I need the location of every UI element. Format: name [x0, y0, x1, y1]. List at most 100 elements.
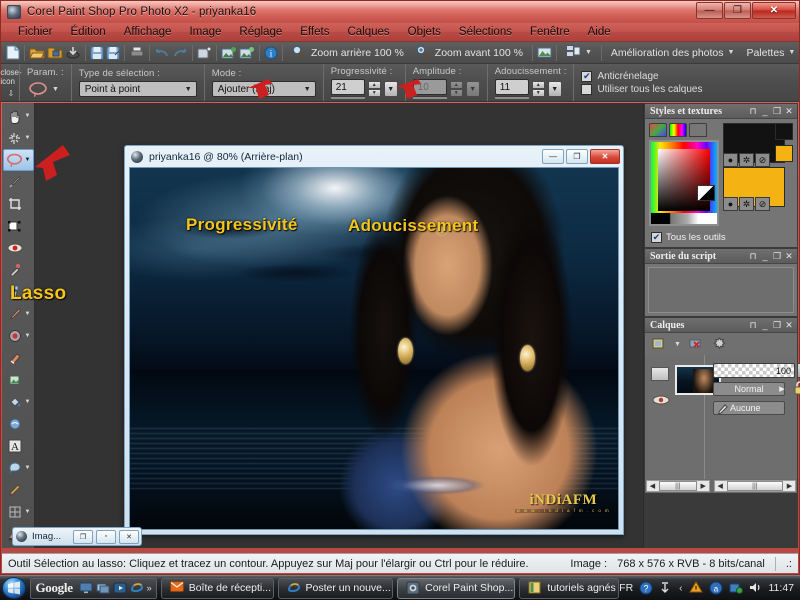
layers-palette-header[interactable]: Calques ⊓ _ ❐ ✕ [645, 318, 797, 333]
dodge-burn-tool[interactable]: ▼ [3, 325, 34, 347]
background-mini-swatch[interactable] [775, 145, 793, 162]
text-tool[interactable]: A [3, 435, 34, 457]
document-window[interactable]: priyanka16 @ 80% (Arrière-plan) — ❐ ✕ iN… [124, 145, 624, 535]
feather-input[interactable]: 21 [330, 79, 365, 95]
menu-edition[interactable]: Édition [62, 25, 115, 40]
scroll-left-icon[interactable]: ◀ [647, 482, 658, 490]
maximize-button[interactable]: ❐ [724, 2, 751, 19]
menu-calques[interactable]: Calques [338, 25, 398, 40]
chevron-down-icon[interactable]: ▼ [25, 289, 31, 295]
picture-tube-tool[interactable] [3, 369, 34, 391]
quick-fix-icon[interactable] [537, 43, 552, 63]
scroll-thumb[interactable]: ||| [726, 481, 783, 491]
menu-affichage[interactable]: Affichage [115, 25, 181, 40]
print-icon[interactable] [129, 43, 145, 63]
gradient-mode-icon[interactable]: ✲ [739, 153, 754, 167]
import-image-icon[interactable] [221, 43, 237, 63]
close-icon[interactable]: ✕ [783, 106, 795, 117]
chevron-down-icon[interactable]: ▼ [25, 135, 31, 141]
minimized-document-window[interactable]: Imag... ❐ ▫ ✕ [12, 527, 142, 546]
chevron-down-icon[interactable]: ▼ [25, 399, 31, 405]
pin-icon[interactable]: ⇩ [8, 89, 15, 98]
warning-icon[interactable] [688, 581, 703, 595]
security-icon[interactable] [729, 581, 743, 595]
pin-icon[interactable]: ⊓ [747, 106, 759, 117]
minimize-icon[interactable]: _ [759, 106, 771, 116]
scroll-right-icon[interactable]: ▶ [698, 482, 709, 490]
save-icon[interactable] [90, 43, 104, 63]
options-bar-grip[interactable]: close-icon ⇩ [0, 64, 21, 101]
zoom-in-button[interactable]: Zoom avant 100 % [410, 45, 529, 61]
menu-reglage[interactable]: Réglage [230, 25, 291, 40]
download-icon[interactable] [65, 43, 81, 63]
materials-palette-header[interactable]: Styles et textures ⊓ _ ❐ ✕ [645, 104, 797, 119]
network-icon[interactable]: a [709, 581, 723, 595]
script-output-text[interactable] [648, 267, 794, 313]
frame-tab[interactable] [649, 123, 667, 137]
layers-list[interactable]: 100 Normal ▶ Aucune [645, 355, 800, 479]
feather-slider[interactable] [330, 96, 365, 99]
menu-aide[interactable]: Aide [579, 25, 620, 40]
all-tools-checkbox[interactable]: ✔ [651, 232, 662, 243]
lasso-preset-icon[interactable] [27, 80, 49, 98]
menu-fichier[interactable]: Fichier [9, 25, 62, 40]
taskbar-item-mail[interactable]: Boîte de récepti... [160, 577, 274, 599]
layout-button[interactable]: ▼ [560, 45, 598, 60]
preset-shape-tool[interactable]: ▼ [3, 457, 34, 479]
document-minimize-button[interactable]: — [542, 149, 564, 164]
quick-launch-overflow[interactable]: » [147, 583, 152, 593]
minimize-icon[interactable]: _ [759, 251, 771, 261]
layer-row[interactable] [645, 355, 721, 479]
grayscale-strip[interactable] [651, 213, 717, 224]
new-file-icon[interactable] [6, 43, 20, 63]
internet-explorer-icon[interactable] [130, 581, 144, 595]
layer-properties-icon[interactable] [711, 336, 729, 352]
palettes-button[interactable]: Palettes ▼ [740, 47, 800, 59]
chevron-down-icon[interactable]: ▼ [674, 341, 681, 348]
flood-fill-tool[interactable]: ▼ [3, 391, 34, 413]
chevron-down-icon[interactable]: ▼ [25, 333, 31, 339]
volume-icon[interactable] [749, 581, 763, 595]
media-icon[interactable] [113, 581, 127, 595]
open-folder-icon[interactable] [29, 43, 45, 63]
chevron-down-icon[interactable]: ▼ [52, 86, 59, 93]
scroll-left-icon[interactable]: ◀ [715, 482, 726, 490]
screen-capture-icon[interactable] [197, 43, 212, 63]
antialias-checkbox[interactable]: ✔ [581, 70, 593, 82]
minimized-maximize-button[interactable]: ▫ [96, 529, 116, 544]
close-button[interactable]: ✕ [752, 2, 796, 19]
document-close-button[interactable]: ✕ [590, 149, 620, 164]
photo-enhance-button[interactable]: Amélioration des photos ▼ [605, 47, 741, 59]
chevron-down-icon[interactable]: ▼ [25, 465, 31, 471]
help-icon[interactable]: ? [639, 581, 653, 595]
language-indicator[interactable]: FR [619, 582, 633, 594]
menu-fenetre[interactable]: Fenêtre [521, 25, 579, 40]
switch-window-icon[interactable] [96, 581, 110, 595]
rainbow-tab[interactable] [669, 123, 687, 137]
maximize-icon[interactable]: ❐ [771, 106, 783, 117]
mesh-warp-tool[interactable]: ▼ [3, 501, 34, 523]
color-wheel[interactable] [649, 140, 719, 226]
smoothing-input[interactable]: 11 [494, 79, 529, 95]
blend-mode-value[interactable]: Normal [713, 382, 785, 396]
layers-left-hscrollbar[interactable]: ◀ ||| ▶ [646, 480, 710, 492]
transparent-mode-icon[interactable]: ⊘ [755, 153, 770, 167]
export-image-icon[interactable] [239, 43, 255, 63]
minimize-icon[interactable]: _ [759, 320, 771, 330]
layers-right-hscrollbar[interactable]: ◀ ||| ▶ [713, 480, 796, 492]
smoothing-slider[interactable] [494, 96, 529, 99]
smoothing-dropdown-button[interactable]: ▼ [547, 81, 562, 97]
taskbar-clock[interactable]: 11:47 [769, 582, 795, 594]
makeover-tool[interactable] [3, 259, 34, 281]
chevron-down-icon[interactable]: ▼ [25, 311, 31, 317]
selection-lasso-tool[interactable]: ▼ [2, 149, 34, 171]
chevron-right-icon[interactable]: ▶ [777, 382, 787, 396]
windows-start-icon[interactable] [2, 577, 27, 599]
minimized-restore-button[interactable]: ❐ [73, 529, 93, 544]
antialias-row[interactable]: ✔ Anticrénelage [581, 70, 702, 82]
show-desktop-icon[interactable] [79, 581, 93, 595]
save-as-icon[interactable] [106, 43, 120, 63]
document-title-bar[interactable]: priyanka16 @ 80% (Arrière-plan) — ❐ ✕ [127, 148, 621, 166]
all-tools-row[interactable]: ✔ Tous les outils [645, 230, 797, 247]
clone-brush-tool[interactable]: ▼ [3, 281, 34, 303]
